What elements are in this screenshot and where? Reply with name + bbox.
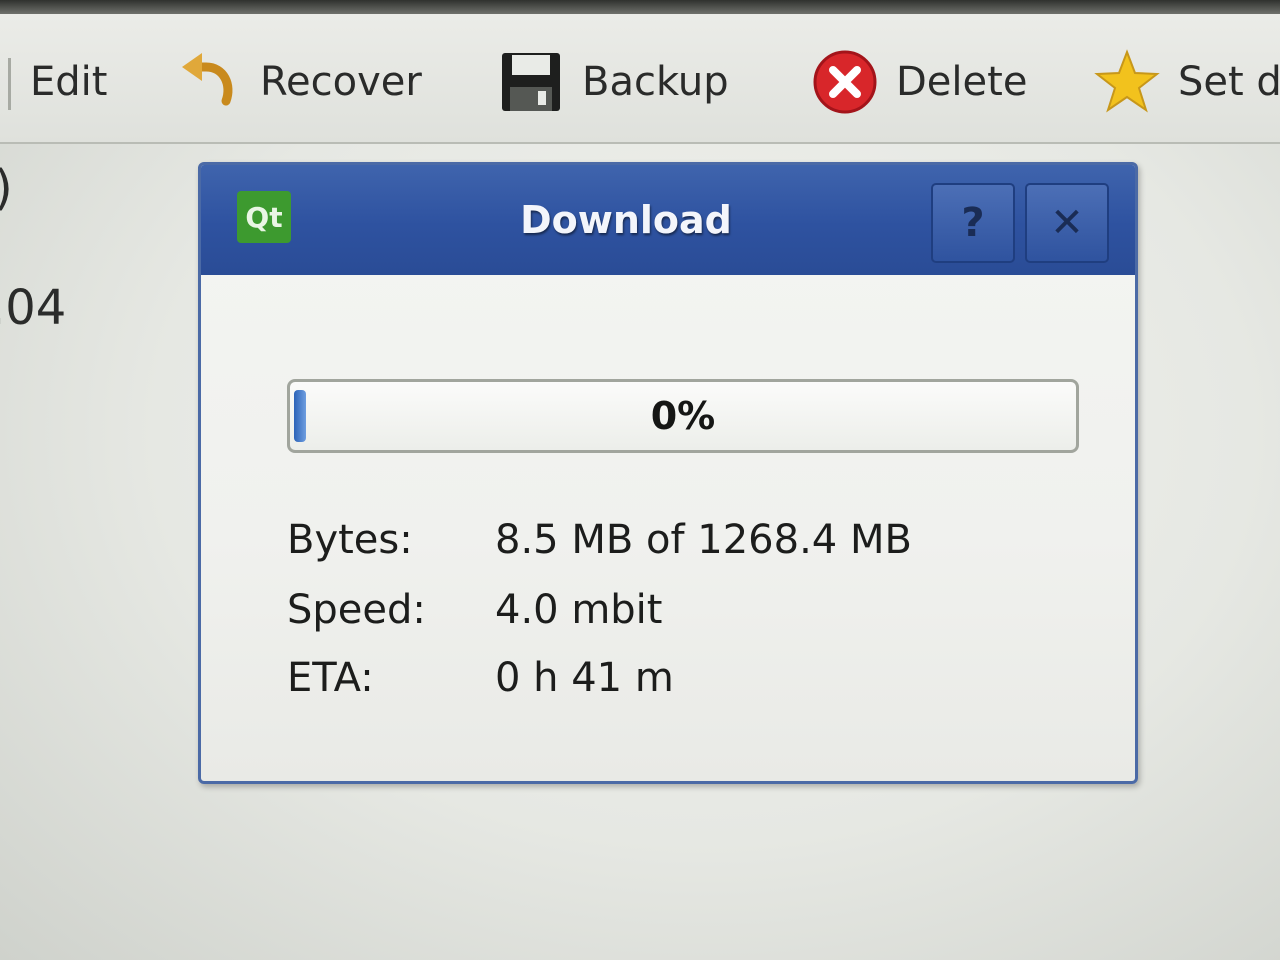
background-version-text: .04: [0, 280, 67, 336]
download-dialog: Qt Download ? ✕ 0% Bytes: 8.5 MB of 1268…: [198, 162, 1138, 784]
dialog-titlebar[interactable]: Qt Download ? ✕: [201, 165, 1135, 275]
recover-button-label: Recover: [260, 59, 422, 105]
backup-button[interactable]: Backup: [498, 42, 729, 122]
dialog-title: Download: [520, 198, 732, 242]
toolbar: Edit Recover Backup Delete Set d: [0, 14, 1280, 144]
speed-label: Speed:: [287, 587, 426, 633]
speed-row: Speed: 4.0 mbit: [287, 587, 1067, 637]
bytes-row: Bytes: 8.5 MB of 1268.4 MB: [287, 517, 1067, 567]
set-default-button[interactable]: Set d: [1094, 42, 1280, 122]
star-icon: [1094, 49, 1160, 115]
set-default-button-label: Set d: [1178, 59, 1280, 105]
bytes-value: 8.5 MB of 1268.4 MB: [495, 517, 912, 563]
background-list-text: ): [0, 160, 13, 216]
edit-button-label: Edit: [30, 59, 108, 105]
help-button[interactable]: ?: [931, 183, 1015, 263]
download-progress-bar: 0%: [287, 379, 1079, 453]
eta-label: ETA:: [287, 655, 374, 701]
edit-button[interactable]: Edit: [30, 42, 107, 122]
undo-arrow-icon: [176, 49, 242, 115]
delete-button-label: Delete: [896, 59, 1028, 105]
progress-percent-text: 0%: [650, 394, 716, 438]
eta-row: ETA: 0 h 41 m: [287, 655, 1067, 705]
delete-x-icon: [812, 49, 878, 115]
window-top-edge: [0, 0, 1280, 14]
eta-value: 0 h 41 m: [495, 655, 674, 701]
screen: Edit Recover Backup Delete Set d 04 Qt D…: [0, 0, 1280, 960]
delete-button[interactable]: Delete: [812, 42, 1027, 122]
speed-value: 4.0 mbit: [495, 587, 663, 633]
recover-button[interactable]: Recover: [176, 42, 422, 122]
backup-button-label: Backup: [582, 59, 729, 105]
close-button[interactable]: ✕: [1025, 183, 1109, 263]
bytes-label: Bytes:: [287, 517, 413, 563]
qt-logo-icon: Qt: [237, 191, 291, 243]
floppy-disk-icon: [498, 49, 564, 115]
toolbar-separator: [8, 58, 11, 110]
